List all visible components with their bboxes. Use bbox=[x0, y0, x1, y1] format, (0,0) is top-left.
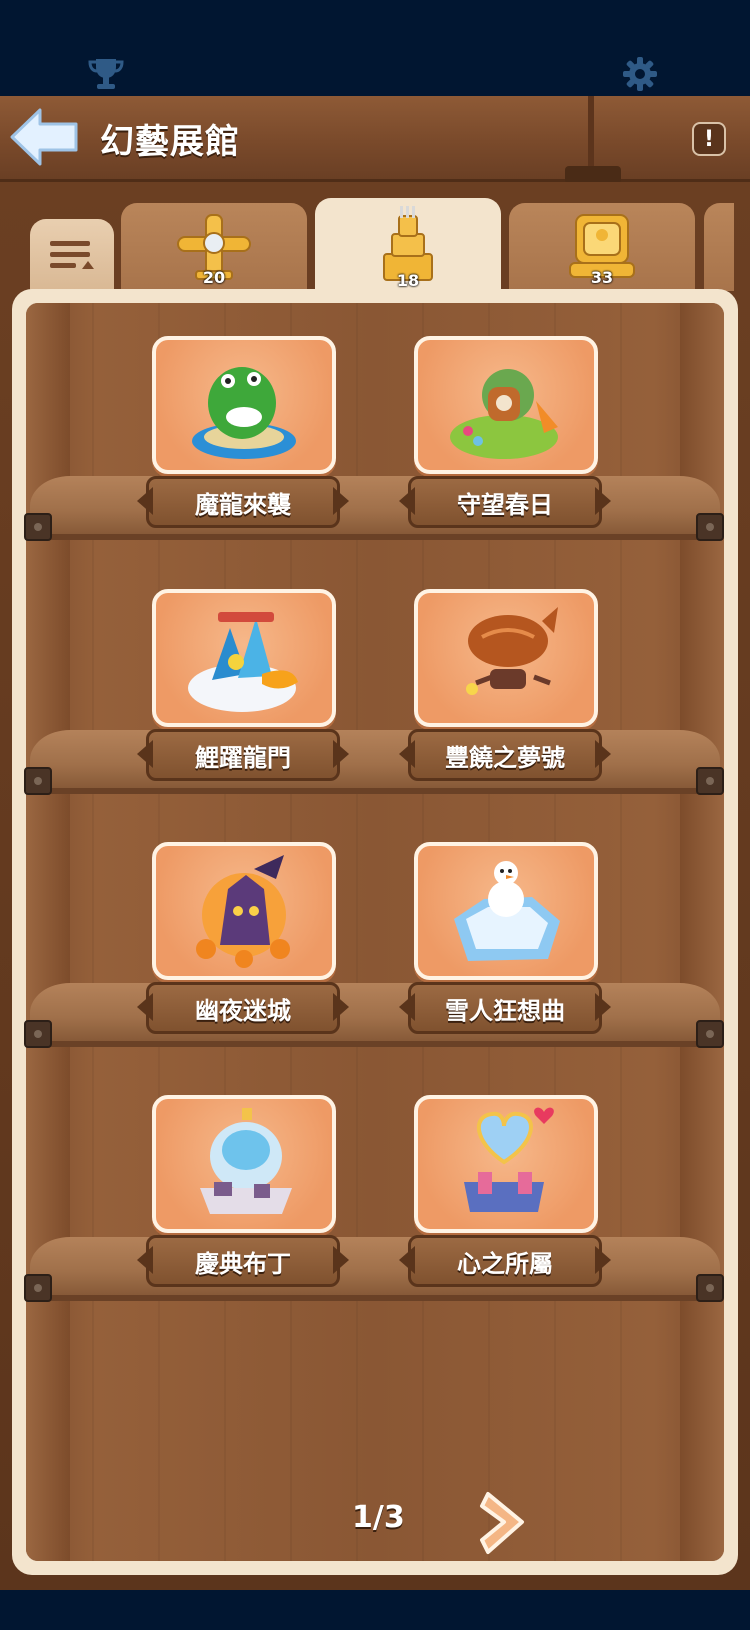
shelf-bracket bbox=[24, 767, 52, 795]
collection-item[interactable]: 魔龍來襲 bbox=[146, 336, 340, 536]
item-name: 鯉躍龍門 bbox=[195, 743, 291, 772]
bread-airship-icon bbox=[466, 607, 558, 695]
shelf-bracket bbox=[24, 1274, 52, 1302]
shelf-bracket bbox=[696, 513, 724, 541]
item-name: 魔龍來襲 bbox=[195, 490, 291, 519]
item-name-plaque: 魔龍來襲 bbox=[146, 476, 340, 528]
item-name: 慶典布丁 bbox=[195, 1249, 291, 1278]
page-indicator: 1/3 bbox=[352, 1500, 405, 1535]
collection-item[interactable]: 鯉躍龍門 bbox=[146, 589, 340, 789]
item-name-plaque: 幽夜迷城 bbox=[146, 982, 340, 1034]
tab-tower-count: 18 bbox=[396, 271, 420, 290]
shelf-bracket bbox=[24, 513, 52, 541]
pudding-castle-icon bbox=[200, 1108, 292, 1214]
heart-palace-icon bbox=[464, 1107, 554, 1212]
snowman-island-icon bbox=[454, 861, 560, 961]
tab-throne-count: 33 bbox=[590, 268, 614, 287]
tab-plane[interactable]: 20 bbox=[121, 203, 307, 291]
tab-tower[interactable]: 18 bbox=[315, 198, 501, 294]
bottom-bar bbox=[0, 1590, 750, 1630]
shelf-board bbox=[30, 1237, 720, 1295]
sort-menu-tab[interactable] bbox=[30, 219, 114, 291]
item-card[interactable] bbox=[414, 842, 598, 980]
tab-throne[interactable]: 33 bbox=[509, 203, 695, 291]
item-name-plaque: 守望春日 bbox=[408, 476, 602, 528]
item-name-plaque: 豐饒之夢號 bbox=[408, 729, 602, 781]
back-button[interactable] bbox=[8, 106, 82, 168]
shelf-bracket bbox=[696, 767, 724, 795]
spring-garden-icon bbox=[450, 369, 558, 459]
dragon-gate-icon bbox=[188, 612, 298, 712]
shelf-bracket bbox=[696, 1020, 724, 1048]
item-card[interactable] bbox=[414, 1095, 598, 1233]
collection-item[interactable]: 心之所屬 bbox=[408, 1095, 602, 1295]
collection-item[interactable]: 慶典布丁 bbox=[146, 1095, 340, 1295]
haunted-castle-icon bbox=[196, 855, 290, 968]
item-name: 雪人狂想曲 bbox=[445, 996, 565, 1025]
collection-item[interactable]: 豐饒之夢號 bbox=[408, 589, 602, 789]
item-card[interactable] bbox=[152, 842, 336, 980]
back-arrow-icon bbox=[10, 108, 78, 166]
item-card[interactable] bbox=[152, 336, 336, 474]
next-page-button[interactable] bbox=[478, 1488, 536, 1558]
gear-icon[interactable] bbox=[618, 52, 662, 96]
item-name: 守望春日 bbox=[457, 490, 553, 519]
chevron-right-icon bbox=[480, 1492, 524, 1554]
info-button[interactable]: ! bbox=[692, 122, 726, 156]
tab-more-partial[interactable] bbox=[704, 203, 734, 291]
collection-item[interactable]: 幽夜迷城 bbox=[146, 842, 340, 1042]
item-name: 幽夜迷城 bbox=[195, 996, 291, 1025]
page-title: 幻藝展館 bbox=[100, 122, 240, 162]
item-name-plaque: 雪人狂想曲 bbox=[408, 982, 602, 1034]
collection-item[interactable]: 守望春日 bbox=[408, 336, 602, 536]
item-name-plaque: 鯉躍龍門 bbox=[146, 729, 340, 781]
dragon-island-icon bbox=[192, 367, 296, 459]
item-card[interactable] bbox=[414, 336, 598, 474]
tab-plane-count: 20 bbox=[202, 268, 226, 287]
shelf-board bbox=[30, 476, 720, 534]
item-name-plaque: 慶典布丁 bbox=[146, 1235, 340, 1287]
shelf-bracket bbox=[696, 1274, 724, 1302]
item-card[interactable] bbox=[414, 589, 598, 727]
sort-list-icon bbox=[50, 241, 94, 269]
shelf-board bbox=[30, 983, 720, 1041]
shelf-bracket bbox=[24, 1020, 52, 1048]
exclamation-icon: ! bbox=[703, 126, 715, 152]
shelf-board bbox=[30, 730, 720, 788]
collection-item[interactable]: 雪人狂想曲 bbox=[408, 842, 602, 1042]
item-name-plaque: 心之所屬 bbox=[408, 1235, 602, 1287]
item-card[interactable] bbox=[152, 589, 336, 727]
item-name: 豐饒之夢號 bbox=[445, 743, 565, 772]
item-name: 心之所屬 bbox=[457, 1249, 553, 1278]
item-card[interactable] bbox=[152, 1095, 336, 1233]
trophy-icon[interactable] bbox=[84, 52, 128, 96]
